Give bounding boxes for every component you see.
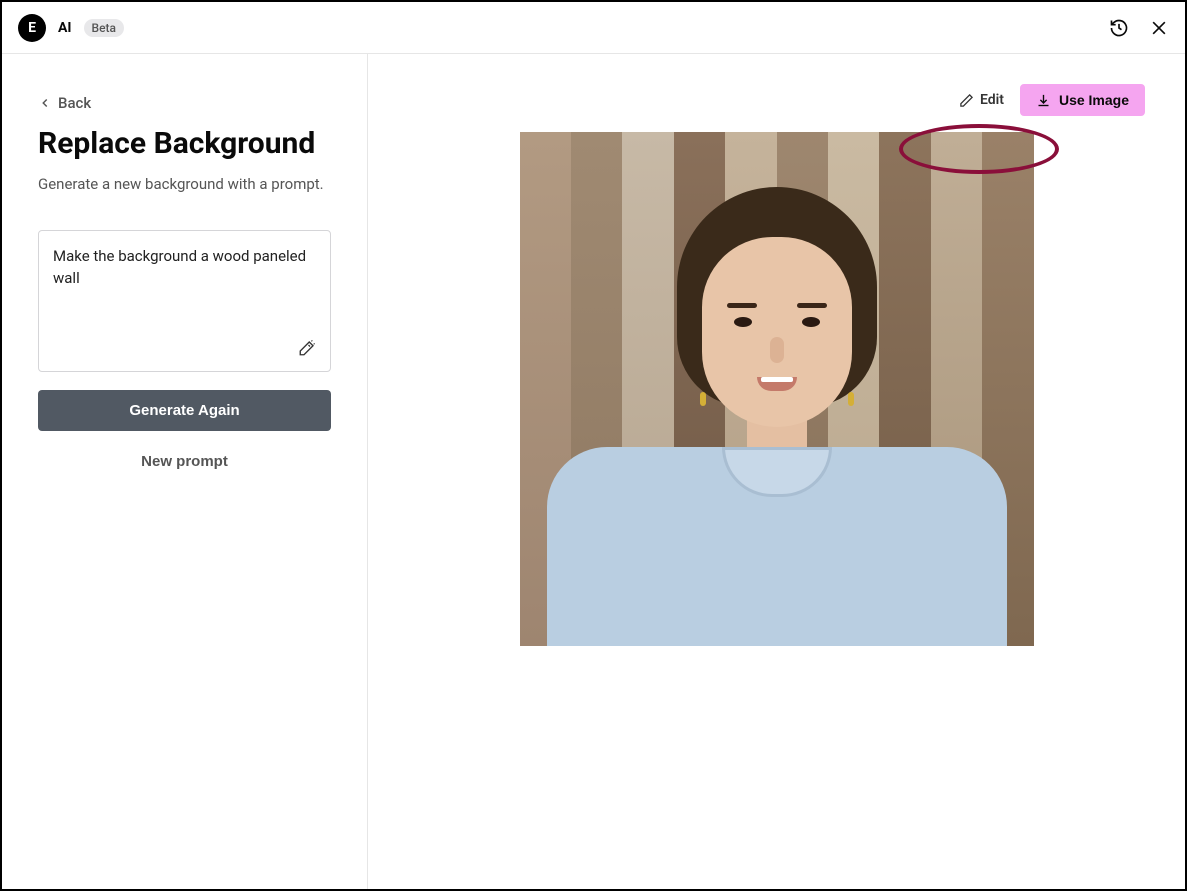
sidebar: Back Replace Background Generate a new b… [2, 54, 368, 889]
content-toolbar: Edit Use Image [408, 84, 1145, 116]
pencil-icon [959, 93, 974, 108]
back-label: Back [58, 94, 91, 112]
edit-label: Edit [980, 92, 1004, 108]
use-image-button[interactable]: Use Image [1020, 84, 1145, 116]
wand-icon[interactable] [298, 339, 316, 357]
header-left: E AI Beta [18, 14, 124, 42]
header-right [1109, 18, 1169, 38]
edit-button[interactable]: Edit [959, 92, 1004, 108]
history-icon[interactable] [1109, 18, 1129, 38]
beta-badge: Beta [84, 19, 124, 37]
new-prompt-button[interactable]: New prompt [38, 453, 331, 470]
generate-again-button[interactable]: Generate Again [38, 390, 331, 431]
back-button[interactable]: Back [38, 94, 331, 112]
prompt-box[interactable]: Make the background a wood paneled wall [38, 230, 331, 372]
prompt-input[interactable]: Make the background a wood paneled wall [53, 245, 316, 290]
chevron-left-icon [38, 96, 52, 110]
app-title: AI [58, 20, 72, 36]
use-image-label: Use Image [1059, 92, 1129, 108]
person-portrait [567, 187, 987, 646]
download-icon [1036, 93, 1051, 108]
content-area: Edit Use Image [368, 54, 1185, 889]
app-logo: E [18, 14, 46, 42]
page-subtitle: Generate a new background with a prompt. [38, 173, 331, 196]
page-title: Replace Background [38, 126, 331, 161]
close-icon[interactable] [1149, 18, 1169, 38]
preview-image [520, 132, 1034, 646]
main-layout: Back Replace Background Generate a new b… [2, 54, 1185, 889]
app-header: E AI Beta [2, 2, 1185, 54]
